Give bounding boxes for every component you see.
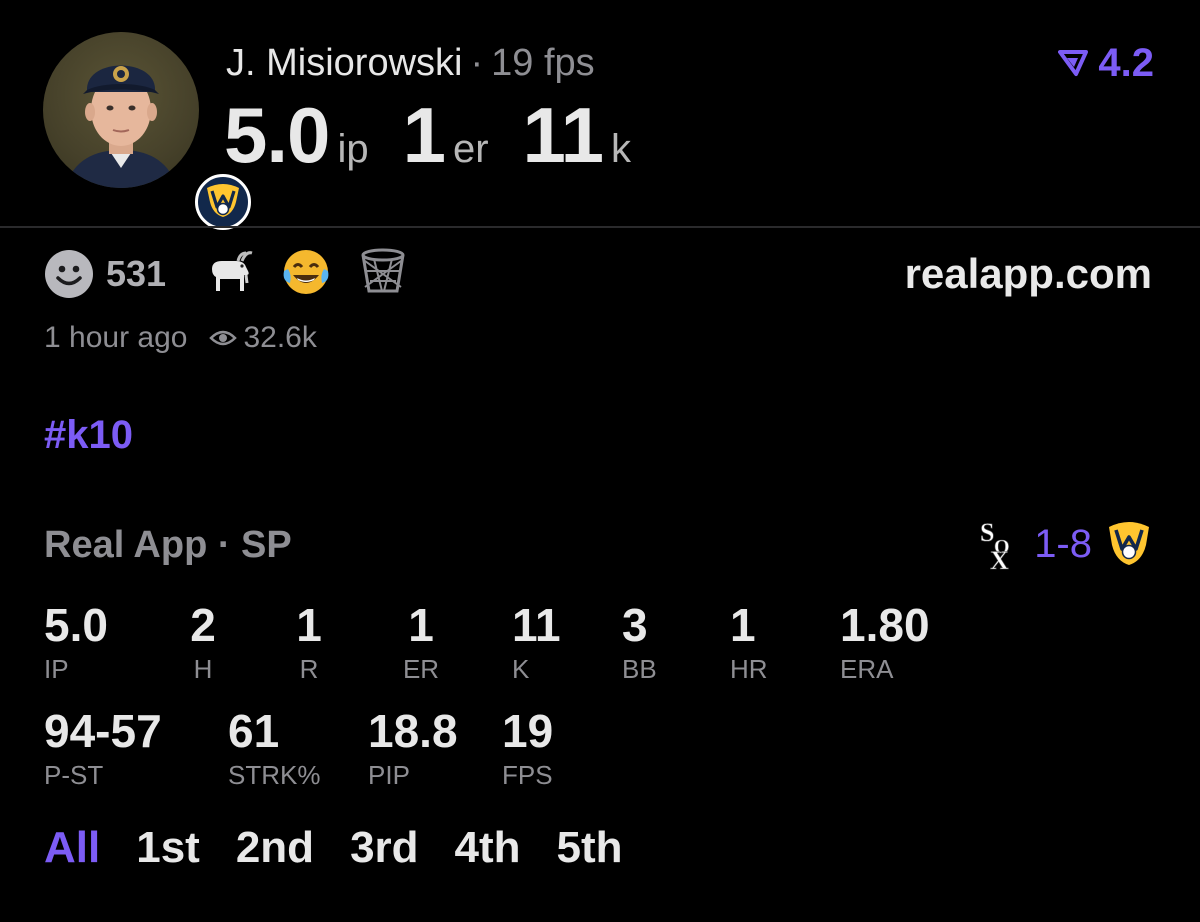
- fps-text: 19 fps: [491, 42, 595, 84]
- k-unit: k: [611, 127, 632, 171]
- stat-value: 18.8: [368, 705, 458, 757]
- stat-label: IP: [44, 654, 69, 684]
- site-link[interactable]: realapp.com: [905, 246, 1152, 302]
- stat-value: 5.0: [44, 599, 108, 651]
- inning-tab-5th[interactable]: 5th: [557, 823, 623, 873]
- smiley-face-icon[interactable]: [44, 249, 94, 299]
- stat-value: 94-57: [44, 705, 162, 757]
- stat-value: 1: [408, 599, 434, 651]
- stat-cell-hr: 1 HR: [730, 598, 768, 686]
- stat-cell-pip: 18.8 PIP: [368, 704, 458, 792]
- stat-cell-r: 1 R: [286, 598, 332, 686]
- player-name-line: J. Misiorowski · 19 fps: [226, 38, 595, 88]
- stat-value: 19: [502, 705, 554, 757]
- inning-tab-1st[interactable]: 1st: [136, 823, 200, 873]
- player-name[interactable]: J. Misiorowski: [226, 42, 462, 84]
- stat-label: BB: [622, 654, 657, 684]
- stat-label: HR: [730, 654, 768, 684]
- avatar[interactable]: [43, 32, 199, 188]
- stat-label: P-ST: [44, 760, 104, 790]
- time-ago: 1 hour ago: [44, 321, 188, 354]
- stat-cell-fps: 19 FPS: [502, 704, 553, 792]
- inning-tab-4th[interactable]: 4th: [455, 823, 521, 873]
- stat-label: PIP: [368, 760, 410, 790]
- svg-text:X: X: [990, 546, 1009, 571]
- stat-cell-bb: 3 BB: [622, 598, 657, 686]
- stat-label: STRK%: [228, 760, 321, 790]
- rating-badge[interactable]: 4.2: [1058, 40, 1154, 86]
- goat-emoji[interactable]: [202, 247, 254, 302]
- stat-value: 61: [228, 705, 280, 757]
- post-meta: 1 hour ago 32.6k: [44, 316, 317, 360]
- player-headshot: [65, 65, 177, 188]
- pitching-statline: 5.0 ip 1 er 11 k: [224, 90, 665, 180]
- stat-cell-era: 1.80 ERA: [840, 598, 930, 686]
- er-value: 1: [402, 91, 446, 179]
- laughing-tears-emoji[interactable]: [280, 247, 332, 302]
- inning-tab-all[interactable]: All: [44, 823, 100, 873]
- views-count: 32.6k: [209, 321, 317, 355]
- stat-value: 1: [296, 599, 322, 651]
- inning-tab-2nd[interactable]: 2nd: [236, 823, 314, 873]
- stat-value: 1.80: [840, 599, 930, 651]
- k-value: 11: [522, 91, 604, 179]
- reactions-bar: 531: [44, 248, 434, 300]
- brewers-logo-icon: [1109, 522, 1149, 565]
- ip-value: 5.0: [224, 91, 330, 179]
- stat-label: ERA: [840, 654, 894, 684]
- rating-chevron-icon: [1058, 50, 1089, 76]
- stat-cell-h: 2 H: [180, 598, 226, 686]
- stat-value: 1: [730, 599, 756, 651]
- white-sox-logo-icon: S O X: [980, 518, 1010, 571]
- basketball-net-icon[interactable]: [358, 247, 408, 302]
- stat-cell-k: 11 K: [512, 598, 561, 686]
- stat-label: H: [193, 654, 213, 684]
- eye-icon: [209, 330, 238, 346]
- innings-filter: All 1st 2nd 3rd 4th 5th: [44, 820, 659, 876]
- separator-dot: ·: [470, 42, 484, 84]
- hashtag-link[interactable]: #k10: [44, 410, 133, 460]
- stat-label: R: [299, 654, 319, 684]
- stats-row-2: 94-57 P-ST 61 STRK% 18.8 PIP 19 FPS: [0, 704, 1200, 794]
- stat-value: 11: [512, 599, 561, 651]
- stat-cell-ip: 5.0 IP: [44, 598, 108, 686]
- er-unit: er: [452, 127, 489, 171]
- player-avatar-wrap[interactable]: [43, 32, 251, 230]
- stat-section-header: Real App · SP: [44, 524, 292, 566]
- stat-cell-er: 1 ER: [396, 598, 446, 686]
- post-card: J. Misiorowski · 19 fps 5.0 ip 1 er 11 k 4…: [0, 0, 1200, 922]
- svg-text:S: S: [980, 518, 994, 547]
- header-divider: [0, 226, 1200, 228]
- stat-value: 2: [190, 599, 216, 651]
- rating-value: 4.2: [1098, 40, 1154, 85]
- player-header: J. Misiorowski · 19 fps 5.0 ip 1 er 11 k 4…: [0, 0, 1200, 230]
- stat-cell-strk: 61 STRK%: [228, 704, 320, 792]
- ip-unit: ip: [337, 127, 369, 171]
- stats-row-1: 5.0 IP 2 H 1 R 1 ER 11 K 3 BB 1 HR 1.80: [0, 598, 1200, 688]
- views-value: 32.6k: [243, 321, 317, 354]
- reaction-count[interactable]: 531: [106, 253, 166, 295]
- stat-label: ER: [402, 654, 440, 684]
- brewers-logo-icon: [195, 174, 251, 230]
- score-value: 1-8: [1034, 521, 1092, 566]
- stat-value: 3: [622, 599, 648, 651]
- stat-cell-p-st: 94-57 P-ST: [44, 704, 162, 792]
- stat-label: K: [512, 654, 530, 684]
- stat-label: FPS: [502, 760, 553, 790]
- game-score[interactable]: S O X 1-8: [976, 516, 1152, 572]
- inning-tab-3rd[interactable]: 3rd: [350, 823, 418, 873]
